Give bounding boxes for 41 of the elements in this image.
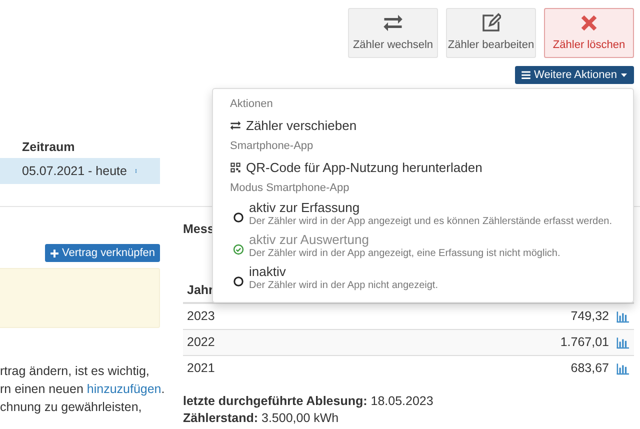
meter-reading-value: 3.500,00 kWh (262, 410, 339, 425)
bar-chart-icon[interactable] (615, 336, 630, 349)
text-line: chnung zu gewährleisten, (0, 399, 143, 416)
table-cell-text: 2023 (187, 308, 215, 325)
swap-arrows-icon (230, 120, 241, 131)
menu-option[interactable]: aktiv zur Auswertung Der Zähler wird in der App angezeigt, eine Erfassung ist nicht möglich. (213, 230, 633, 262)
last-reading-value: 18.05.2023 (370, 394, 434, 408)
column-header: Zeitraum (21, 139, 76, 156)
toolbar-button[interactable]: Zähler wechseln (348, 8, 438, 58)
add-link[interactable]: hinzuzufügen (86, 382, 162, 396)
menu-header: Aktionen (229, 97, 274, 112)
more-actions-button[interactable]: Weitere Aktionen (515, 66, 634, 84)
qr-code-icon (230, 162, 241, 173)
menu-option[interactable]: aktiv zur Erfassung Der Zähler wird in der App angezeigt und es können Zählerstände erfasst werden. (213, 198, 633, 230)
last-reading-label: letzte durchgeführte Ablesung: (183, 394, 368, 408)
toolbar-button[interactable]: Zähler bearbeiten (446, 8, 536, 58)
menu-item[interactable]: Zähler verschieben (213, 114, 633, 137)
close-icon (579, 12, 599, 33)
edit-icon (481, 12, 501, 33)
menu-header: Smartphone-App (229, 139, 314, 154)
text-line: . (161, 382, 165, 396)
table-cell-text: 1.767,01 (560, 334, 609, 351)
menu-icon (521, 70, 532, 80)
plus-icon (50, 248, 60, 258)
text-line: rtrag ändern, ist es wichtig, (0, 363, 150, 380)
table-cell-text: 683,67 (570, 360, 609, 377)
toolbar-button[interactable]: Zähler löschen (544, 8, 634, 58)
bar-chart-icon[interactable] (615, 310, 630, 323)
link-contract-button[interactable]: Vertrag verknüpfen (45, 244, 160, 262)
text-line: rn einen neuen (0, 382, 84, 396)
swap-arrows-icon (383, 12, 403, 33)
table-cell-text: 2021 (187, 360, 215, 377)
table-cell-text: 749,32 (570, 308, 609, 325)
bar-chart-icon[interactable] (615, 362, 630, 375)
table-row[interactable]: 05.07.2021 - heute (0, 158, 160, 184)
caret-icon (620, 71, 628, 79)
menu-item[interactable]: QR-Code für App-Nutzung herunterladen (213, 156, 633, 179)
table-cell-text: 05.07.2021 - heute (22, 162, 127, 180)
menu-header: Modus Smartphone-App (229, 181, 350, 196)
meter-reading-label: Zählerstand: (183, 410, 258, 425)
table-cell-text: 2022 (187, 334, 215, 351)
